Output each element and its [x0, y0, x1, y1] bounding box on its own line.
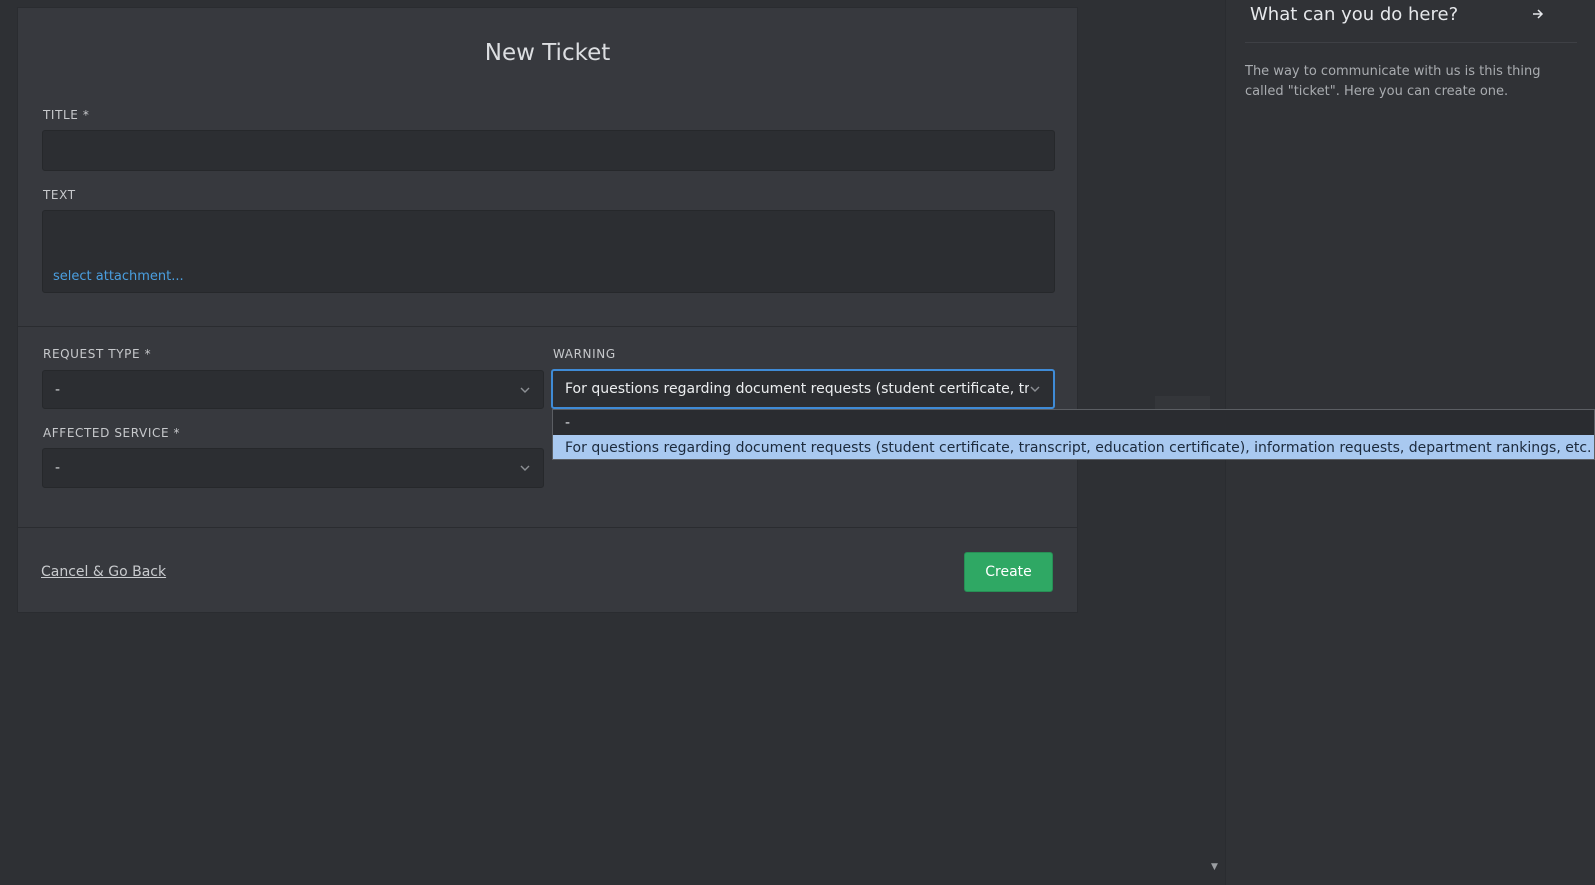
chevron-down-icon [519, 462, 531, 474]
dropdown-option-selected[interactable]: For questions regarding document request… [553, 435, 1594, 459]
text-label: TEXT [43, 188, 76, 202]
scroll-down-icon[interactable]: ▼ [1211, 862, 1218, 872]
new-ticket-form: New Ticket TITLE * TEXT select attachmen… [17, 7, 1078, 613]
background-artifact [1155, 396, 1210, 410]
warning-value: For questions regarding document request… [565, 381, 1029, 397]
dropdown-option[interactable]: - [553, 410, 1594, 435]
chevron-down-icon [1029, 383, 1041, 395]
side-panel-divider [1245, 42, 1577, 43]
affected-service-select[interactable]: - [42, 448, 544, 488]
create-button[interactable]: Create [964, 552, 1053, 592]
title-label: TITLE * [43, 108, 90, 122]
warning-select[interactable]: For questions regarding document request… [551, 369, 1055, 409]
side-panel-title: What can you do here? [1250, 4, 1459, 25]
select-attachment-link[interactable]: select attachment... [53, 269, 184, 284]
warning-dropdown-list: - For questions regarding document reque… [552, 409, 1595, 460]
text-area[interactable]: select attachment... [42, 210, 1055, 293]
request-type-select[interactable]: - [42, 370, 544, 409]
affected-service-label: AFFECTED SERVICE * [43, 426, 181, 440]
arrow-right-icon[interactable] [1531, 6, 1545, 25]
cancel-go-back-link[interactable]: Cancel & Go Back [41, 564, 166, 580]
request-type-value: - [55, 381, 61, 398]
warning-label: WARNING [553, 347, 616, 361]
footer-divider [18, 527, 1077, 528]
chevron-down-icon [519, 384, 531, 396]
side-panel-text: The way to communicate with us is this t… [1245, 64, 1541, 99]
section-divider [18, 326, 1077, 327]
page-title: New Ticket [484, 40, 611, 66]
affected-service-value: - [55, 460, 61, 476]
title-input[interactable] [42, 130, 1055, 171]
request-type-label: REQUEST TYPE * [43, 347, 152, 361]
